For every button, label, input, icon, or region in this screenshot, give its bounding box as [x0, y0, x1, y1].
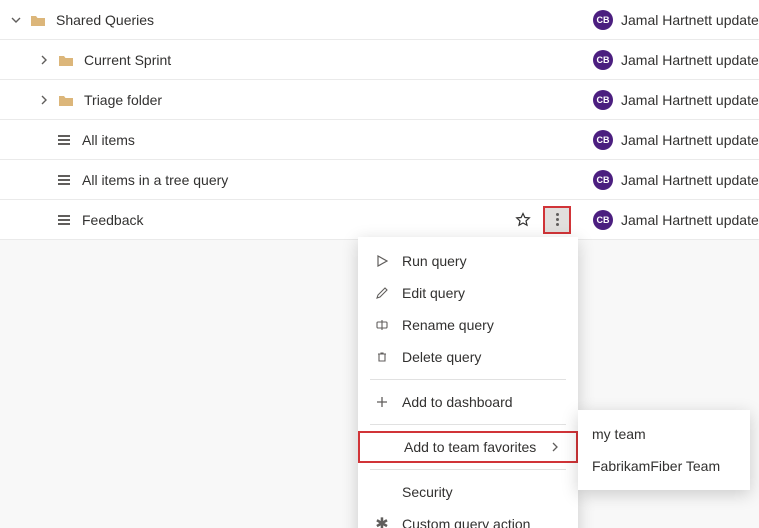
chevron-right-icon: [550, 439, 560, 455]
menu-run-query[interactable]: Run query: [358, 245, 578, 277]
avatar: CB: [593, 210, 613, 230]
folder-icon: [58, 52, 74, 68]
query-icon: [56, 132, 72, 148]
tree-row-triage-folder[interactable]: Triage folder CB Jamal Hartnett updated …: [0, 80, 759, 120]
avatar: CB: [593, 50, 613, 70]
menu-add-team-favorites[interactable]: Add to team favorites: [358, 431, 578, 463]
submenu-my-team[interactable]: my team: [578, 418, 750, 450]
menu-label: Delete query: [402, 349, 481, 365]
play-icon: [374, 253, 390, 269]
updated-text: Jamal Hartnett updated 9: [621, 92, 759, 108]
avatar: CB: [593, 10, 613, 30]
menu-add-dashboard[interactable]: Add to dashboard: [358, 386, 578, 418]
menu-label: Rename query: [402, 317, 494, 333]
tree-item-label: Feedback: [82, 212, 143, 228]
pencil-icon: [374, 285, 390, 301]
updated-text: Jamal Hartnett updated 9: [621, 172, 759, 188]
star-filled-icon: ✱: [374, 516, 390, 528]
menu-rename-query[interactable]: Rename query: [358, 309, 578, 341]
submenu-fabrikamfiber-team[interactable]: FabrikamFiber Team: [578, 450, 750, 482]
updated-text: Jamal Hartnett updated 9: [621, 52, 759, 68]
folder-icon: [30, 12, 46, 28]
avatar: CB: [593, 90, 613, 110]
more-actions-button[interactable]: [543, 206, 571, 234]
folder-icon: [58, 92, 74, 108]
tree-row-all-items[interactable]: All items CB Jamal Hartnett updated 9: [0, 120, 759, 160]
menu-security[interactable]: Security: [358, 476, 578, 508]
team-favorites-submenu: my team FabrikamFiber Team: [578, 410, 750, 490]
menu-label: Add to dashboard: [402, 394, 513, 410]
tree-row-shared-queries[interactable]: Shared Queries CB Jamal Hartnett updated…: [0, 0, 759, 40]
avatar: CB: [593, 170, 613, 190]
updated-text: Jamal Hartnett updated 9: [621, 132, 759, 148]
menu-label: Run query: [402, 253, 467, 269]
menu-edit-query[interactable]: Edit query: [358, 277, 578, 309]
tree-row-all-items-tree[interactable]: All items in a tree query CB Jamal Hartn…: [0, 160, 759, 200]
menu-label: Security: [402, 484, 453, 500]
trash-icon: [374, 349, 390, 365]
updated-text: Jamal Hartnett updated 9: [621, 12, 759, 28]
plus-icon: [374, 394, 390, 410]
tree-item-label: Triage folder: [84, 92, 162, 108]
context-menu: Run query Edit query Rename query Delete…: [358, 237, 578, 528]
chevron-down-icon[interactable]: [8, 12, 24, 28]
query-icon: [56, 212, 72, 228]
tree-item-label: Current Sprint: [84, 52, 171, 68]
submenu-label: my team: [592, 426, 646, 442]
tree-item-label: All items in a tree query: [82, 172, 228, 188]
menu-label: Custom query action: [402, 516, 530, 528]
menu-separator: [370, 379, 566, 380]
more-vertical-icon: [556, 213, 559, 226]
tree-item-label: Shared Queries: [56, 12, 154, 28]
menu-label: Add to team favorites: [404, 439, 536, 455]
query-tree: Shared Queries CB Jamal Hartnett updated…: [0, 0, 759, 240]
rename-icon: [374, 317, 390, 333]
updated-text: Jamal Hartnett updated 9: [621, 212, 759, 228]
favorite-star-icon[interactable]: [511, 208, 535, 232]
menu-separator: [370, 469, 566, 470]
tree-item-label: All items: [82, 132, 135, 148]
menu-custom-query-action[interactable]: ✱ Custom query action: [358, 508, 578, 528]
query-icon: [56, 172, 72, 188]
tree-row-current-sprint[interactable]: Current Sprint CB Jamal Hartnett updated…: [0, 40, 759, 80]
menu-delete-query[interactable]: Delete query: [358, 341, 578, 373]
tree-row-feedback[interactable]: Feedback CB Jamal Hartnett updated 9: [0, 200, 759, 240]
chevron-right-icon[interactable]: [36, 52, 52, 68]
avatar: CB: [593, 130, 613, 150]
menu-label: Edit query: [402, 285, 465, 301]
chevron-right-icon[interactable]: [36, 92, 52, 108]
menu-separator: [370, 424, 566, 425]
submenu-label: FabrikamFiber Team: [592, 458, 720, 474]
